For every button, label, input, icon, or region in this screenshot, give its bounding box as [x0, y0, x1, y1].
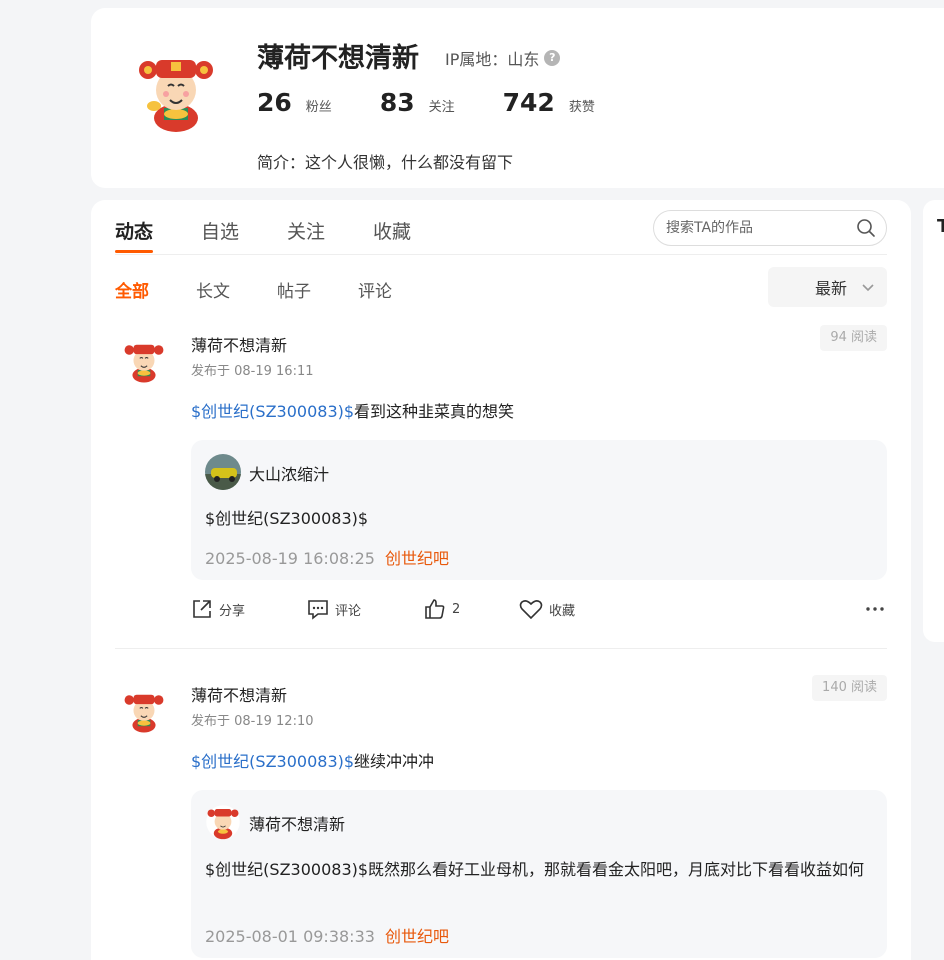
search-input[interactable]: [666, 220, 856, 236]
post-text: 看到这种韭菜真的想笑: [354, 402, 515, 421]
quote-author-avatar[interactable]: [205, 804, 241, 840]
quote-author-avatar[interactable]: [205, 454, 241, 490]
post-author-avatar[interactable]: [123, 338, 165, 384]
side-panel: T: [923, 200, 944, 642]
share-button[interactable]: 分享: [191, 598, 245, 620]
stock-link[interactable]: $创世纪(SZ300083)$: [191, 752, 354, 771]
quote-forum-link[interactable]: 创世纪吧: [385, 927, 449, 946]
sort-dropdown[interactable]: 最新: [768, 267, 887, 307]
comment-button[interactable]: 评论: [307, 598, 361, 620]
quoted-post[interactable]: 大山浓缩汁 $创世纪(SZ300083)$ 2025-08-19 16:08:2…: [191, 440, 887, 580]
quoted-post[interactable]: 薄荷不想清新 $创世纪(SZ300083)$既然那么看好工业母机，那就看看金太阳…: [191, 790, 887, 958]
post-divider: [115, 648, 887, 649]
comment-icon: [308, 600, 328, 620]
quote-text: $创世纪(SZ300083)$既然那么看好工业母机，那就看看金太阳吧，月底对比下…: [205, 860, 865, 879]
chevron-down-icon: [862, 284, 874, 292]
quote-meta: 2025-08-19 16:08:25 创世纪吧: [205, 545, 449, 569]
read-count-badge: 140 阅读: [812, 675, 887, 701]
quote-forum-link[interactable]: 创世纪吧: [385, 549, 449, 568]
quote-time: 2025-08-19 16:08:25: [205, 549, 375, 568]
tab-dynamics[interactable]: 动态: [115, 217, 154, 253]
main-tabs: 动态 自选 关注 收藏: [115, 217, 459, 253]
quote-meta: 2025-08-01 09:38:33 创世纪吧: [205, 923, 449, 947]
stock-link[interactable]: $创世纪(SZ300083)$: [191, 402, 354, 421]
profile-card: 薄荷不想清新 IP属地：山东 ? 26 粉丝 83 关注 742 获赞 简介：这…: [91, 8, 944, 188]
tab-watchlist[interactable]: 自选: [201, 217, 239, 244]
post-text: 继续冲冲冲: [354, 752, 435, 771]
quote-text: $创世纪(SZ300083)$: [205, 509, 369, 528]
post-author-avatar[interactable]: [123, 688, 165, 734]
post-item: 薄荷不想清新 发布于 08-19 16:11 94 阅读 $创世纪(SZ3000…: [115, 322, 887, 652]
ip-location-text: IP属地：山东: [445, 50, 540, 69]
side-panel-title: T: [937, 216, 944, 237]
avatar[interactable]: [136, 48, 216, 134]
profile-stats: 26 粉丝 83 关注 742 获赞: [257, 88, 643, 117]
ip-location: IP属地：山东 ?: [445, 46, 561, 70]
like-count: 2: [452, 601, 461, 617]
search-icon[interactable]: [856, 218, 876, 238]
stat-label: 关注: [428, 100, 455, 115]
share-icon: [193, 600, 211, 618]
post-content[interactable]: $创世纪(SZ300083)$看到这种韭菜真的想笑: [191, 398, 514, 422]
read-count-badge: 94 阅读: [820, 325, 887, 351]
quote-author-name[interactable]: 薄荷不想清新: [249, 811, 345, 835]
stat-number: 26: [257, 88, 292, 117]
post-author-name[interactable]: 薄荷不想清新: [191, 682, 287, 706]
more-icon: [866, 607, 884, 611]
subtab-articles[interactable]: 长文: [196, 277, 230, 302]
more-button[interactable]: [865, 598, 885, 620]
tab-following[interactable]: 关注: [287, 217, 325, 244]
tabs-divider: [115, 254, 887, 255]
heart-icon: [519, 600, 543, 620]
quote-time: 2025-08-01 09:38:33: [205, 927, 375, 946]
profile-bio: 简介：这个人很懒，什么都没有留下: [257, 153, 514, 172]
help-icon[interactable]: ?: [544, 50, 561, 66]
post-content[interactable]: $创世纪(SZ300083)$继续冲冲冲: [191, 748, 434, 772]
subtab-comments[interactable]: 评论: [358, 277, 392, 302]
stat-label: 获赞: [568, 100, 595, 115]
comment-label: 评论: [335, 603, 362, 619]
stat-number: 742: [502, 88, 555, 117]
sort-label: 最新: [814, 279, 847, 298]
main-content-card: 动态 自选 关注 收藏 全部 长文 帖子 评论 最新: [91, 200, 911, 960]
post-author-name[interactable]: 薄荷不想清新: [191, 332, 287, 356]
post-time: 发布于 08-19 12:10: [191, 714, 314, 729]
like-button[interactable]: 2: [424, 598, 460, 620]
thumbs-up-icon: [425, 599, 445, 619]
stat-followers[interactable]: 26 粉丝: [257, 88, 332, 117]
stat-following[interactable]: 83 关注: [380, 88, 455, 117]
sub-tabs: 全部 长文 帖子 评论: [115, 277, 439, 302]
profile-username: 薄荷不想清新: [257, 43, 419, 74]
tab-favorites[interactable]: 收藏: [373, 217, 411, 244]
quote-author-name[interactable]: 大山浓缩汁: [249, 461, 329, 485]
favorite-button[interactable]: 收藏: [519, 598, 575, 620]
subtab-posts[interactable]: 帖子: [277, 277, 311, 302]
stat-number: 83: [379, 88, 415, 117]
search-box: [653, 210, 887, 246]
stat-label: 粉丝: [305, 100, 332, 115]
favorite-label: 收藏: [549, 603, 576, 619]
post-actions: 分享 评论 2 收藏: [191, 594, 887, 624]
share-label: 分享: [219, 603, 246, 619]
post-item: 薄荷不想清新 发布于 08-19 12:10 140 阅读 $创世纪(SZ300…: [115, 672, 887, 960]
stat-likes: 742 获赞: [503, 88, 595, 117]
subtab-all[interactable]: 全部: [115, 277, 149, 302]
post-time: 发布于 08-19 16:11: [191, 364, 314, 379]
